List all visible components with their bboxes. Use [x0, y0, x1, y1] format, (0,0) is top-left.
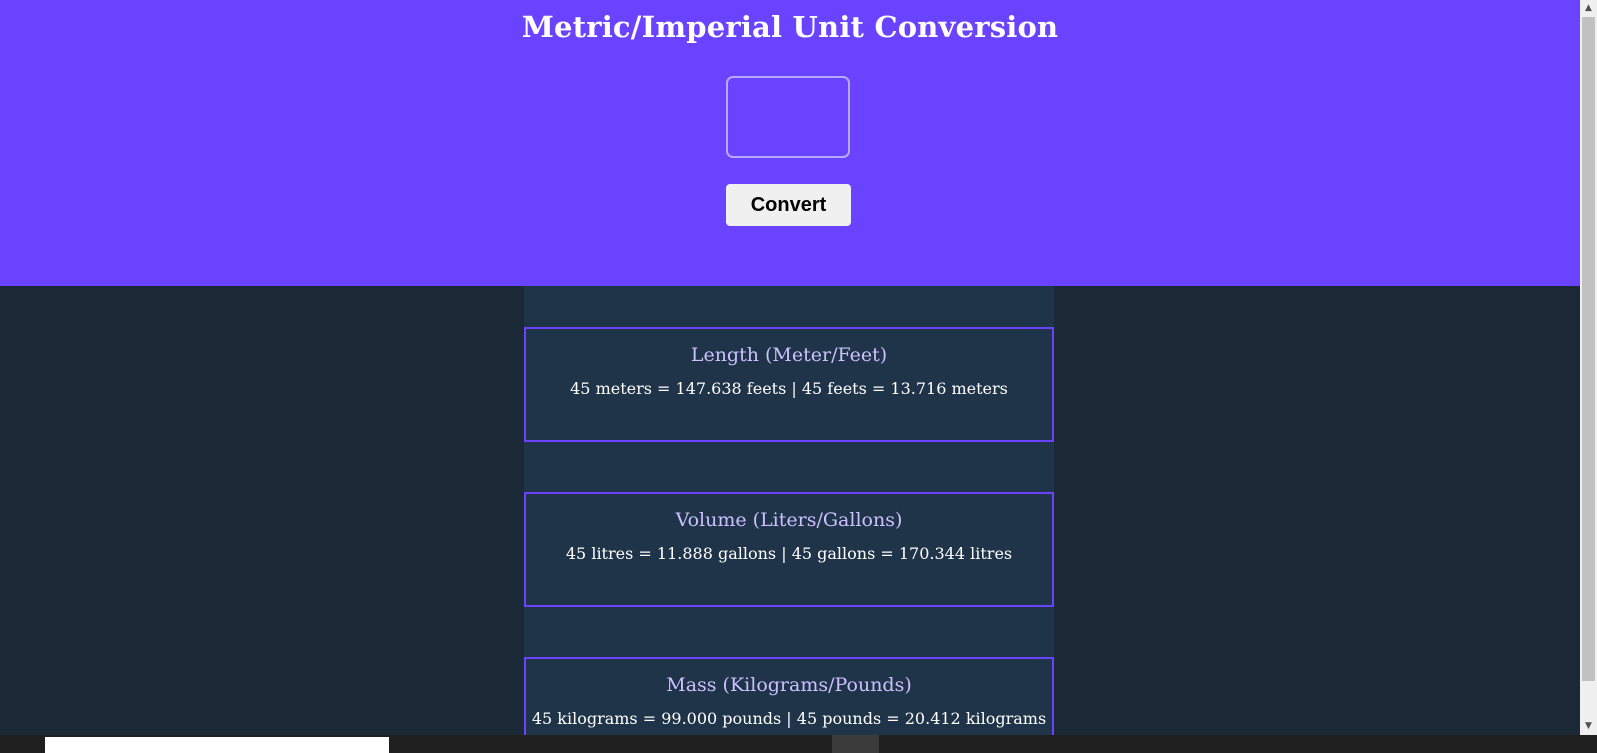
length-card-text: 45 meters = 147.638 feets | 45 feets = 1…	[570, 379, 1008, 398]
mass-card: Mass (Kilograms/Pounds) 45 kilograms = 9…	[524, 657, 1054, 735]
header-section: Metric/Imperial Unit Conversion Convert	[0, 0, 1580, 286]
page: Metric/Imperial Unit Conversion Convert …	[0, 0, 1597, 753]
scroll-thumb[interactable]	[1582, 17, 1595, 681]
taskbar-app-button[interactable]	[832, 735, 879, 753]
page-title: Metric/Imperial Unit Conversion	[521, 10, 1059, 44]
taskbar	[0, 735, 1597, 753]
convert-button[interactable]: Convert	[726, 184, 851, 226]
amount-input[interactable]	[726, 76, 850, 158]
volume-card-title: Volume (Liters/Gallons)	[675, 509, 903, 531]
length-card-title: Length (Meter/Feet)	[690, 344, 888, 366]
taskbar-search-box[interactable]	[45, 737, 389, 753]
scroll-down-arrow-icon[interactable]: ▼	[1580, 718, 1597, 735]
length-card: Length (Meter/Feet) 45 meters = 147.638 …	[524, 327, 1054, 442]
vertical-scrollbar[interactable]: ▲ ▼	[1580, 0, 1597, 735]
mass-card-text: 45 kilograms = 99.000 pounds | 45 pounds…	[531, 709, 1047, 728]
browser-viewport: Metric/Imperial Unit Conversion Convert …	[0, 0, 1580, 735]
volume-card: Volume (Liters/Gallons) 45 litres = 11.8…	[524, 492, 1054, 607]
volume-card-text: 45 litres = 11.888 gallons | 45 gallons …	[565, 544, 1013, 563]
results-column: Length (Meter/Feet) 45 meters = 147.638 …	[524, 286, 1054, 735]
mass-card-title: Mass (Kilograms/Pounds)	[666, 674, 912, 696]
scroll-up-arrow-icon[interactable]: ▲	[1580, 0, 1597, 17]
